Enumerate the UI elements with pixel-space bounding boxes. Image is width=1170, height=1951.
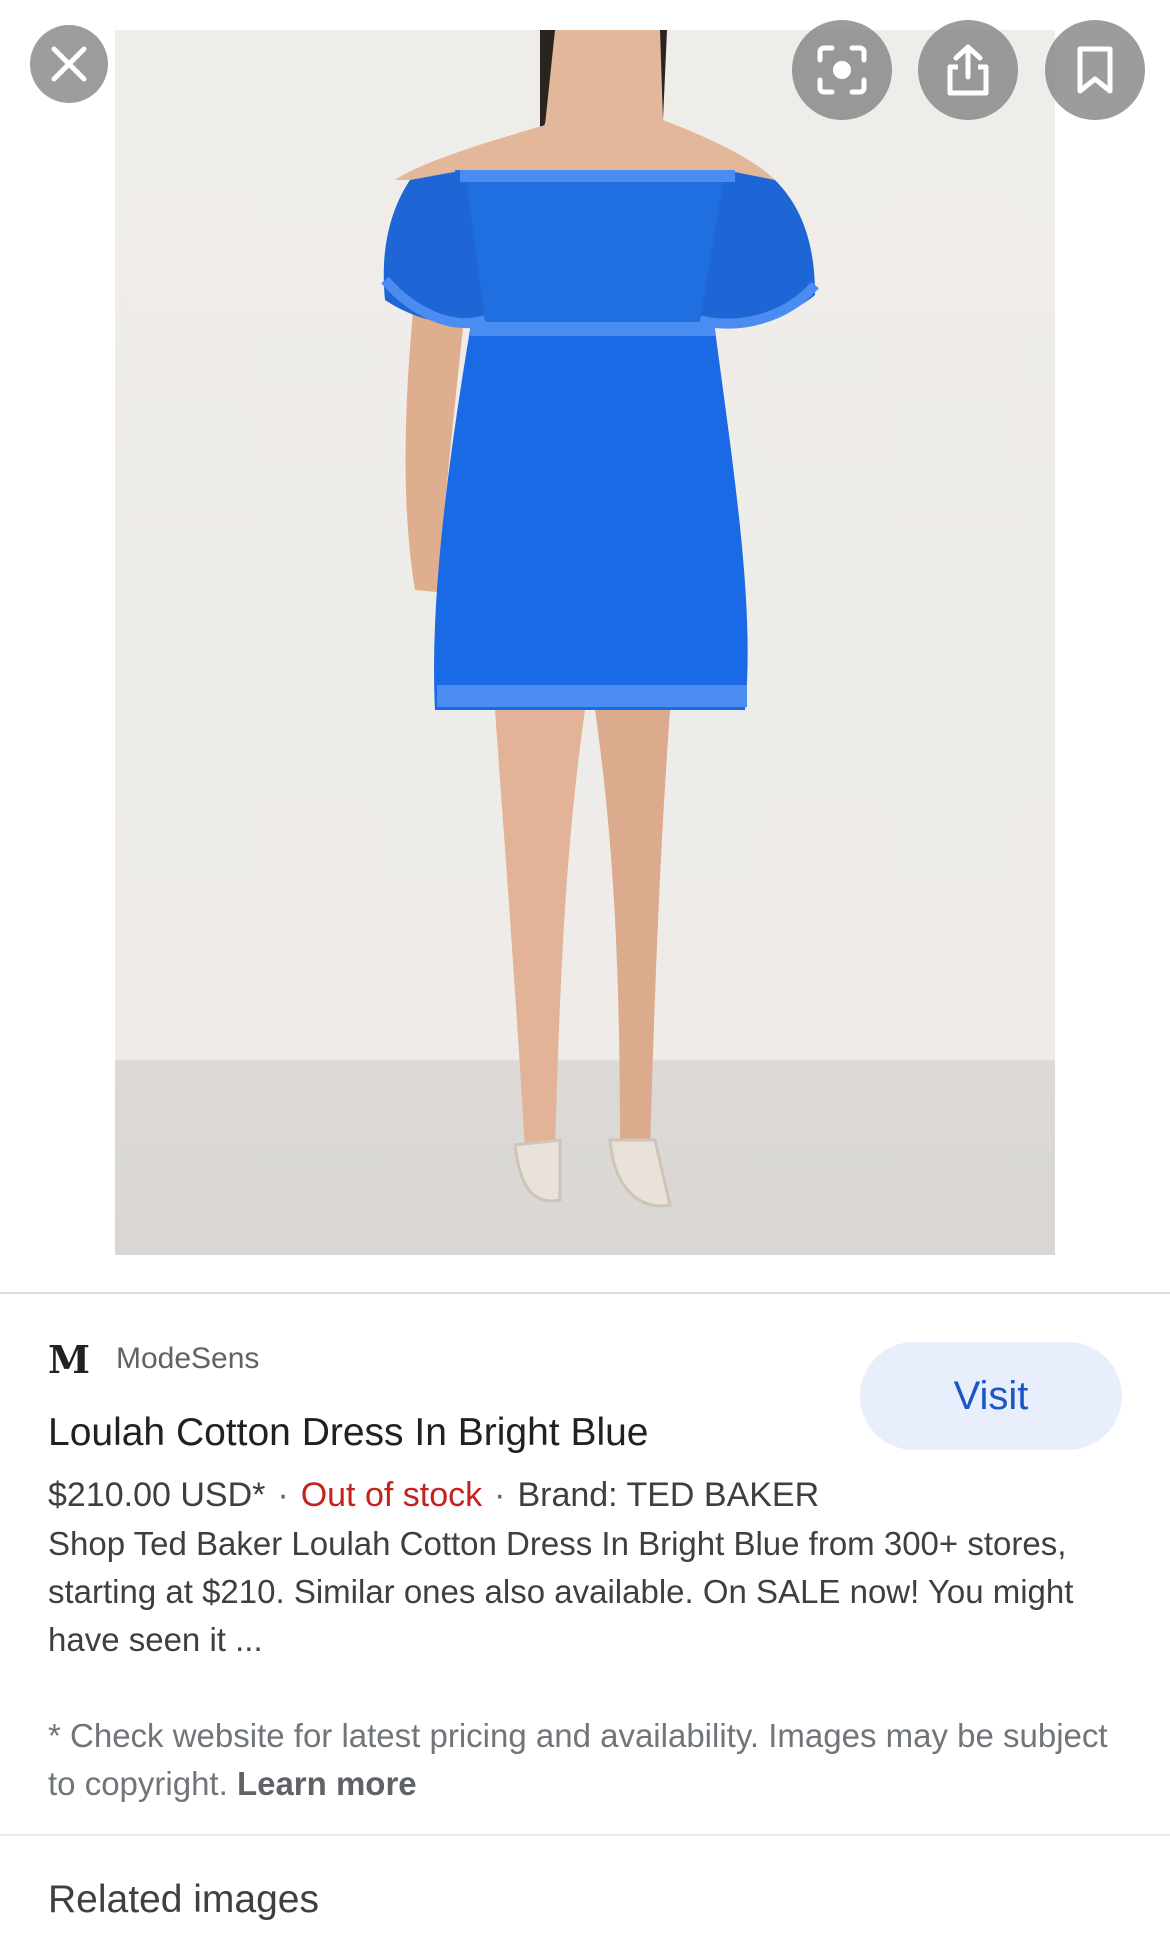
separator: ·	[494, 1476, 506, 1514]
close-button[interactable]	[30, 25, 108, 103]
share-icon	[947, 44, 989, 96]
separator: ·	[277, 1476, 289, 1514]
share-button[interactable]	[918, 20, 1018, 120]
dress-illustration	[381, 30, 819, 1208]
brand: Brand: TED BAKER	[517, 1476, 820, 1514]
visit-button[interactable]: Visit	[860, 1342, 1122, 1450]
copyright-note: * Check website for latest pricing and a…	[48, 1712, 1128, 1808]
save-button[interactable]	[1045, 20, 1145, 120]
product-description: Shop Ted Baker Loulah Cotton Dress In Br…	[48, 1525, 1074, 1658]
divider	[0, 1834, 1170, 1836]
price: $210.00 USD*	[48, 1476, 266, 1514]
bookmark-icon	[1077, 46, 1113, 94]
product-title[interactable]: Loulah Cotton Dress In Bright Blue	[48, 1411, 649, 1455]
lens-button[interactable]	[792, 20, 892, 120]
image-viewer	[0, 0, 1170, 1292]
source-row[interactable]: M ModeSens	[48, 1336, 260, 1382]
related-images-heading: Related images	[48, 1878, 319, 1921]
product-meta: $210.00 USD* · Out of stock · Brand: TED BAK…	[48, 1476, 819, 1515]
learn-more-link[interactable]: Learn more	[237, 1765, 417, 1802]
product-photo[interactable]	[115, 30, 1055, 1255]
divider	[0, 1292, 1170, 1294]
note-text: * Check website for latest pricing and a…	[48, 1717, 1108, 1802]
lens-icon	[817, 45, 867, 95]
stock-status: Out of stock	[300, 1476, 483, 1514]
source-name: ModeSens	[116, 1342, 260, 1375]
source-logo: M	[48, 1336, 90, 1382]
close-icon	[51, 46, 87, 82]
